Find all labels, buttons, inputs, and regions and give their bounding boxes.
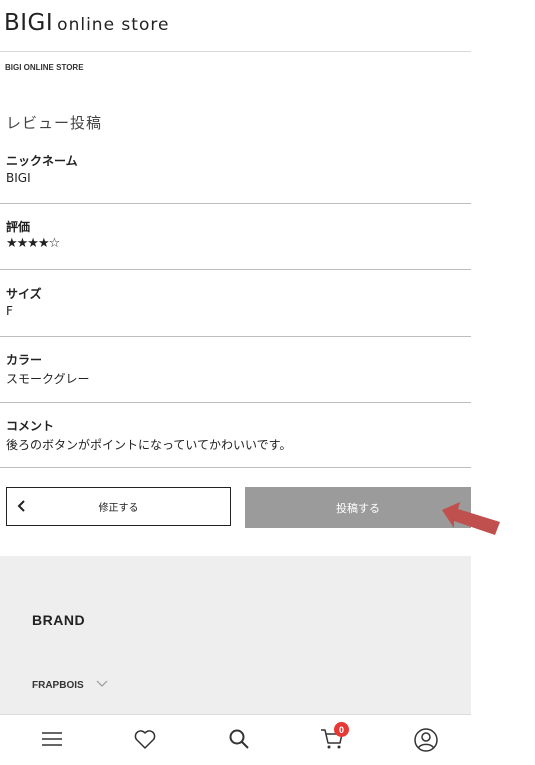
field-label: コメント bbox=[6, 419, 55, 433]
field-divider bbox=[0, 203, 471, 204]
field-divider bbox=[0, 467, 471, 468]
cart-icon[interactable]: 0 bbox=[320, 722, 349, 753]
chevron-down-icon bbox=[96, 680, 108, 691]
brand-item-label: FRAPBOIS bbox=[32, 680, 84, 691]
edit-button-label: 修正する bbox=[98, 503, 139, 514]
field-label: サイズ bbox=[6, 287, 42, 301]
field-value: 後ろのボタンがポイントになっていてかわいいです。 bbox=[6, 438, 292, 452]
header-divider bbox=[0, 51, 471, 52]
field-divider bbox=[0, 402, 471, 403]
logo-main: BIGI bbox=[4, 10, 54, 36]
chevron-left-icon bbox=[16, 497, 26, 519]
bottom-nav: 0 bbox=[0, 714, 471, 765]
menu-icon[interactable] bbox=[40, 727, 66, 753]
footer-brand-heading: BRAND bbox=[32, 612, 86, 628]
submit-button[interactable]: 投稿する bbox=[245, 487, 471, 528]
store-logo[interactable]: BIGI online store bbox=[4, 10, 169, 36]
cart-count-badge: 0 bbox=[334, 722, 349, 737]
heart-icon[interactable] bbox=[133, 727, 159, 753]
breadcrumb[interactable]: BIGI ONLINE STORE bbox=[5, 63, 84, 72]
rating-stars: ★★★★☆ bbox=[6, 236, 60, 251]
annotation-arrow-icon bbox=[442, 502, 500, 535]
page-title: レビュー投稿 bbox=[6, 114, 103, 132]
field-divider bbox=[0, 336, 471, 337]
field-value: スモークグレー bbox=[6, 372, 90, 386]
field-value: BIGI bbox=[6, 171, 31, 185]
brand-item-frapbois[interactable]: FRAPBOIS bbox=[32, 680, 108, 691]
field-label: カラー bbox=[6, 353, 43, 367]
logo-sub: online store bbox=[57, 15, 170, 35]
field-value: F bbox=[6, 304, 13, 318]
field-divider bbox=[0, 269, 471, 270]
account-icon[interactable] bbox=[413, 727, 439, 753]
edit-button[interactable]: 修正する bbox=[6, 487, 231, 526]
field-label: 評価 bbox=[6, 220, 31, 234]
submit-button-label: 投稿する bbox=[336, 501, 380, 515]
footer: BRAND FRAPBOIS bbox=[0, 556, 471, 714]
search-icon[interactable] bbox=[227, 727, 253, 753]
field-label: ニックネーム bbox=[6, 154, 78, 168]
